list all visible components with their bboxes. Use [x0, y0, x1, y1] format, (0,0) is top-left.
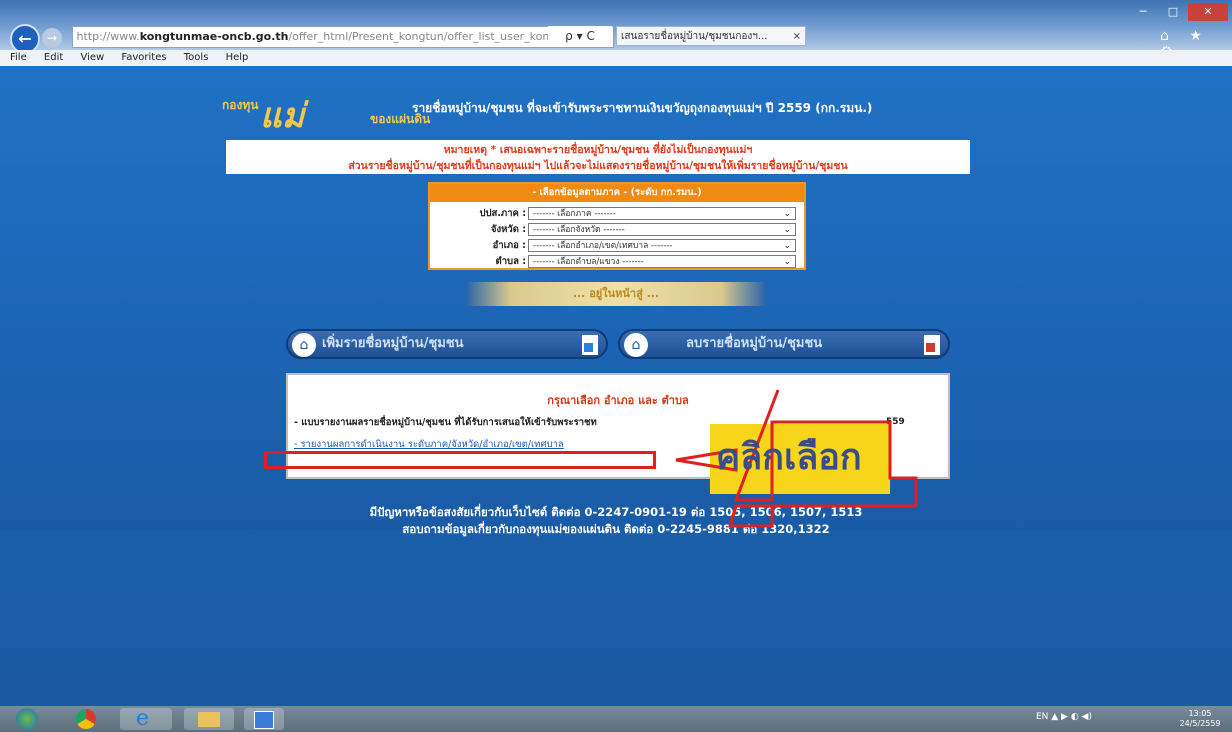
home-icon: ⌂ — [292, 333, 316, 357]
add-mark — [584, 343, 593, 352]
maximize-button[interactable]: □ — [1158, 3, 1188, 21]
taskbar-internet-explorer[interactable]: e — [120, 706, 172, 731]
highlight-rectangle — [264, 451, 656, 469]
add-village-label: เพิ่มรายชื่อหมู่บ้าน/ชุมชน — [322, 336, 464, 351]
region-label: ปปส.ภาค : — [479, 208, 526, 219]
subdistrict-label: ตำบล : — [495, 256, 526, 267]
start-button[interactable] — [10, 708, 46, 730]
province-label: จังหวัด : — [490, 224, 526, 235]
window-controls: ─ □ ✕ — [1128, 0, 1232, 22]
callout-text: คลิกเลือก — [716, 436, 862, 477]
district-select-value: ------- เลือกอำเภอ/เขต/เทศบาล ------- — [533, 241, 673, 251]
remove-village-button[interactable]: ⌂ ลบรายชื่อหมู่บ้าน/ชุมชน — [618, 329, 950, 359]
clock[interactable]: 13:05 24/5/2559 — [1178, 709, 1222, 729]
home-icon: ⌂ — [624, 333, 648, 357]
arrow-outline-lower — [727, 504, 916, 528]
filter-row-subdistrict: ตำบล : ------- เลือกตำบล/แขวง ------- ⌄ — [430, 254, 804, 269]
district-label: อำเภอ : — [492, 240, 526, 251]
windows-orb-icon — [16, 708, 38, 730]
menu-help[interactable]: Help — [226, 52, 249, 63]
document-icon — [924, 335, 940, 355]
minimize-button[interactable]: ─ — [1128, 3, 1158, 21]
report-link-1[interactable]: - แบบรายงานผลรายชื่อหมู่บ้าน/ชุมชน ที่ได… — [294, 415, 597, 430]
chevron-down-icon: ⌄ — [783, 225, 791, 235]
note-line-1: หมายเหตุ * เสนอเฉพาะรายชื่อหมู่บ้าน/ชุมช… — [443, 144, 753, 156]
province-select-value: ------- เลือกจังหวัด ------- — [533, 225, 625, 235]
footer-contact-1: มีปัญหาหรือข้อสงสัยเกี่ยวกับเว็บไซต์ ติด… — [369, 505, 863, 519]
address-domain: kongtunmae-oncb.go.th — [139, 30, 289, 43]
menu-edit[interactable]: Edit — [44, 52, 63, 63]
filter-row-region: ปปส.ภาค : ------- เลือกภาค ------- ⌄ — [430, 206, 804, 221]
menu-view[interactable]: View — [80, 52, 104, 63]
logo-top-text: กองทุน — [222, 98, 259, 112]
remove-village-label: ลบรายชื่อหมู่บ้าน/ชุมชน — [686, 336, 823, 351]
chevron-down-icon: ⌄ — [783, 241, 791, 251]
address-path: /offer_html/Present_kongtun/offer_list_u… — [288, 30, 589, 43]
system-tray[interactable]: EN ▲ ▶ ◐ ◀) — [1036, 712, 1092, 722]
subdistrict-select-value: ------- เลือกตำบล/แขวง ------- — [533, 257, 644, 267]
filter-form-heading: - เลือกข้อมูลตามภาค - (ระดับ กก.รมน.) — [430, 184, 804, 202]
taskbar-app[interactable] — [244, 708, 284, 730]
app-icon — [254, 711, 274, 729]
province-select[interactable]: ------- เลือกจังหวัด ------- ⌄ — [528, 223, 796, 236]
subdistrict-select[interactable]: ------- เลือกตำบล/แขวง ------- ⌄ — [528, 255, 796, 268]
filter-form: - เลือกข้อมูลตามภาค - (ระดับ กก.รมน.) ปป… — [428, 182, 806, 270]
report-link-2[interactable]: - รายงานผลการดำเนินงาน ระดับภาค/จังหวัด/… — [294, 437, 564, 452]
note-box: หมายเหตุ * เสนอเฉพาะรายชื่อหมู่บ้าน/ชุมช… — [226, 140, 970, 174]
add-village-button[interactable]: ⌂ เพิ่มรายชื่อหมู่บ้าน/ชุมชน — [286, 329, 608, 359]
address-bar[interactable]: http://www.kongtunmae-oncb.go.th/offer_h… — [72, 26, 614, 48]
filter-row-district: อำเภอ : ------- เลือกอำเภอ/เขต/เทศบาล --… — [430, 238, 804, 253]
taskbar-file-explorer[interactable] — [184, 708, 234, 730]
document-icon — [582, 335, 598, 355]
address-controls[interactable]: ρ ▾ C — [548, 26, 612, 46]
district-select[interactable]: ------- เลือกอำเภอ/เขต/เทศบาล ------- ⌄ — [528, 239, 796, 252]
menu-tools[interactable]: Tools — [184, 52, 209, 63]
filter-row-province: จังหวัด : ------- เลือกจังหวัด ------- ⌄ — [430, 222, 804, 237]
browser-tab[interactable]: เสนอรายชื่อหมู่บ้าน/ชุมชนกองฯ... × — [616, 26, 806, 46]
search-button[interactable]: ... อยู่ในหน้าสู่ ... — [466, 282, 766, 306]
note-line-2: ส่วนรายชื่อหมู่บ้าน/ชุมชนที่เป็นกองทุนแม… — [348, 160, 848, 172]
browser-toolbar-icons[interactable]: ⌂ ★ ⚙ — [1160, 28, 1224, 60]
menu-file[interactable]: File — [10, 52, 27, 63]
region-select[interactable]: ------- เลือกภาค ------- ⌄ — [528, 207, 796, 220]
chevron-down-icon: ⌄ — [783, 209, 791, 219]
page-title: รายชื่อหมู่บ้าน/ชุมชน ที่จะเข้ารับพระราช… — [412, 101, 873, 115]
remove-mark — [926, 343, 935, 352]
logo-script: แม่ — [260, 96, 305, 136]
chevron-down-icon: ⌄ — [783, 257, 791, 267]
footer-contact-2: สอบถามข้อมูลเกี่ยวกับกองทุนแม่ของแผ่นดิน… — [402, 522, 830, 536]
close-window-button[interactable]: ✕ — [1188, 3, 1228, 21]
tab-title: เสนอรายชื่อหมู่บ้าน/ชุมชนกองฯ... — [621, 31, 768, 42]
internet-explorer-icon: e — [136, 706, 150, 731]
clock-time: 13:05 — [1188, 709, 1212, 718]
menu-bar: File Edit View Favorites Tools Help — [0, 50, 1232, 66]
clock-date: 24/5/2559 — [1179, 719, 1221, 728]
tab-close-icon[interactable]: × — [793, 27, 801, 45]
chrome-icon — [76, 709, 96, 729]
menu-favorites[interactable]: Favorites — [121, 52, 166, 63]
folder-icon — [198, 712, 220, 727]
region-select-value: ------- เลือกภาค ------- — [533, 209, 616, 219]
forward-arrow-icon[interactable]: → — [42, 28, 62, 48]
taskbar-chrome[interactable] — [66, 708, 106, 730]
address-prefix: http://www. — [76, 30, 140, 43]
